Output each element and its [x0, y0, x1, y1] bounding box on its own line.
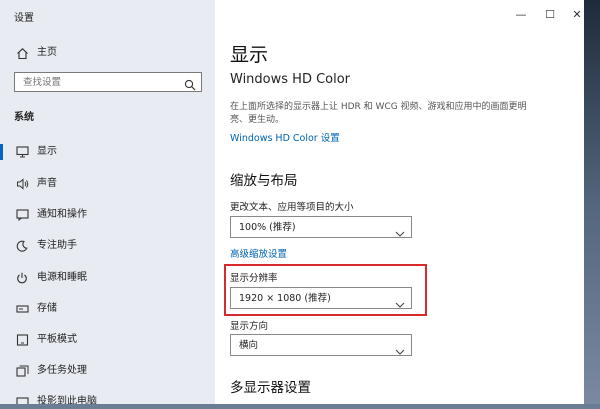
sidebar-item-label: 存储 [37, 303, 57, 314]
main-content: — ☐ ✕ 显示 Windows HD Color 在上面所选择的显示器上让 H… [215, 0, 584, 404]
close-button[interactable]: ✕ [562, 4, 584, 26]
scale-dropdown-value: 100% (推荐) [239, 222, 296, 233]
sidebar-item-label: 通知和操作 [37, 209, 87, 220]
sidebar-item-label: 专注助手 [37, 240, 77, 251]
search-input[interactable] [23, 75, 173, 89]
search-box[interactable] [14, 72, 202, 92]
sidebar-item-label: 平板模式 [37, 334, 77, 345]
scale-layout-heading: 缩放与布局 [230, 173, 298, 189]
projection-icon [15, 395, 29, 404]
sidebar-item-home[interactable]: 主页 [0, 43, 215, 63]
hdr-settings-link[interactable]: Windows HD Color 设置 [230, 130, 340, 144]
orientation-label: 显示方向 [230, 321, 269, 332]
resolution-highlight-box [224, 264, 427, 316]
sidebar-item-tablet-mode[interactable]: 平板模式 [0, 326, 215, 354]
speaker-icon [15, 177, 29, 191]
sidebar-item-multitasking[interactable]: 多任务处理 [0, 357, 215, 385]
sidebar-section-title: 系统 [14, 112, 34, 123]
maximize-button[interactable]: ☐ [535, 4, 565, 26]
sidebar-item-label: 显示 [37, 146, 57, 157]
power-icon [15, 271, 29, 285]
sidebar-item-label: 声音 [37, 178, 57, 189]
tablet-icon [15, 333, 29, 347]
sidebar-item-label: 多任务处理 [37, 365, 87, 376]
orientation-dropdown-value: 横向 [239, 340, 259, 351]
settings-window: 设置 主页 系统 显示 声音 [0, 0, 584, 404]
minimize-button[interactable]: — [506, 4, 536, 26]
notification-icon [15, 208, 29, 222]
sidebar-item-display[interactable]: 显示 [0, 138, 215, 166]
sidebar-item-sound[interactable]: 声音 [0, 170, 215, 198]
hdr-description: 在上面所选择的显示器上让 HDR 和 WCG 视频、游戏和应用中的画面更明亮、更… [230, 102, 527, 125]
page-title: 显示 [230, 44, 269, 66]
moon-icon [15, 239, 29, 253]
scale-dropdown[interactable]: 100% (推荐) [230, 216, 412, 238]
sidebar: 设置 主页 系统 显示 声音 [0, 0, 215, 404]
home-icon [15, 46, 29, 60]
desktop-background [0, 404, 600, 409]
scale-label: 更改文本、应用等项目的大小 [230, 202, 354, 213]
storage-icon [15, 302, 29, 316]
sidebar-item-storage[interactable]: 存储 [0, 295, 215, 323]
monitor-icon [15, 145, 29, 159]
sidebar-item-label: 主页 [37, 47, 57, 58]
chevron-down-icon [395, 223, 405, 237]
chevron-down-icon [395, 341, 405, 355]
sidebar-item-focus-assist[interactable]: 专注助手 [0, 232, 215, 260]
search-icon[interactable] [184, 76, 196, 91]
sidebar-item-label: 投影到此电脑 [37, 396, 97, 404]
orientation-dropdown[interactable]: 横向 [230, 334, 412, 356]
hdr-heading: Windows HD Color [230, 72, 351, 87]
window-title: 设置 [14, 13, 34, 24]
advanced-scaling-link[interactable]: 高级缩放设置 [230, 246, 287, 260]
sidebar-item-label: 电源和睡眠 [37, 272, 87, 283]
desktop-background [584, 0, 600, 409]
sidebar-item-power[interactable]: 电源和睡眠 [0, 264, 215, 292]
multi-display-heading: 多显示器设置 [230, 380, 311, 396]
sidebar-item-notifications[interactable]: 通知和操作 [0, 201, 215, 229]
multitask-icon [15, 364, 29, 378]
sidebar-item-projection[interactable]: 投影到此电脑 [0, 388, 215, 404]
